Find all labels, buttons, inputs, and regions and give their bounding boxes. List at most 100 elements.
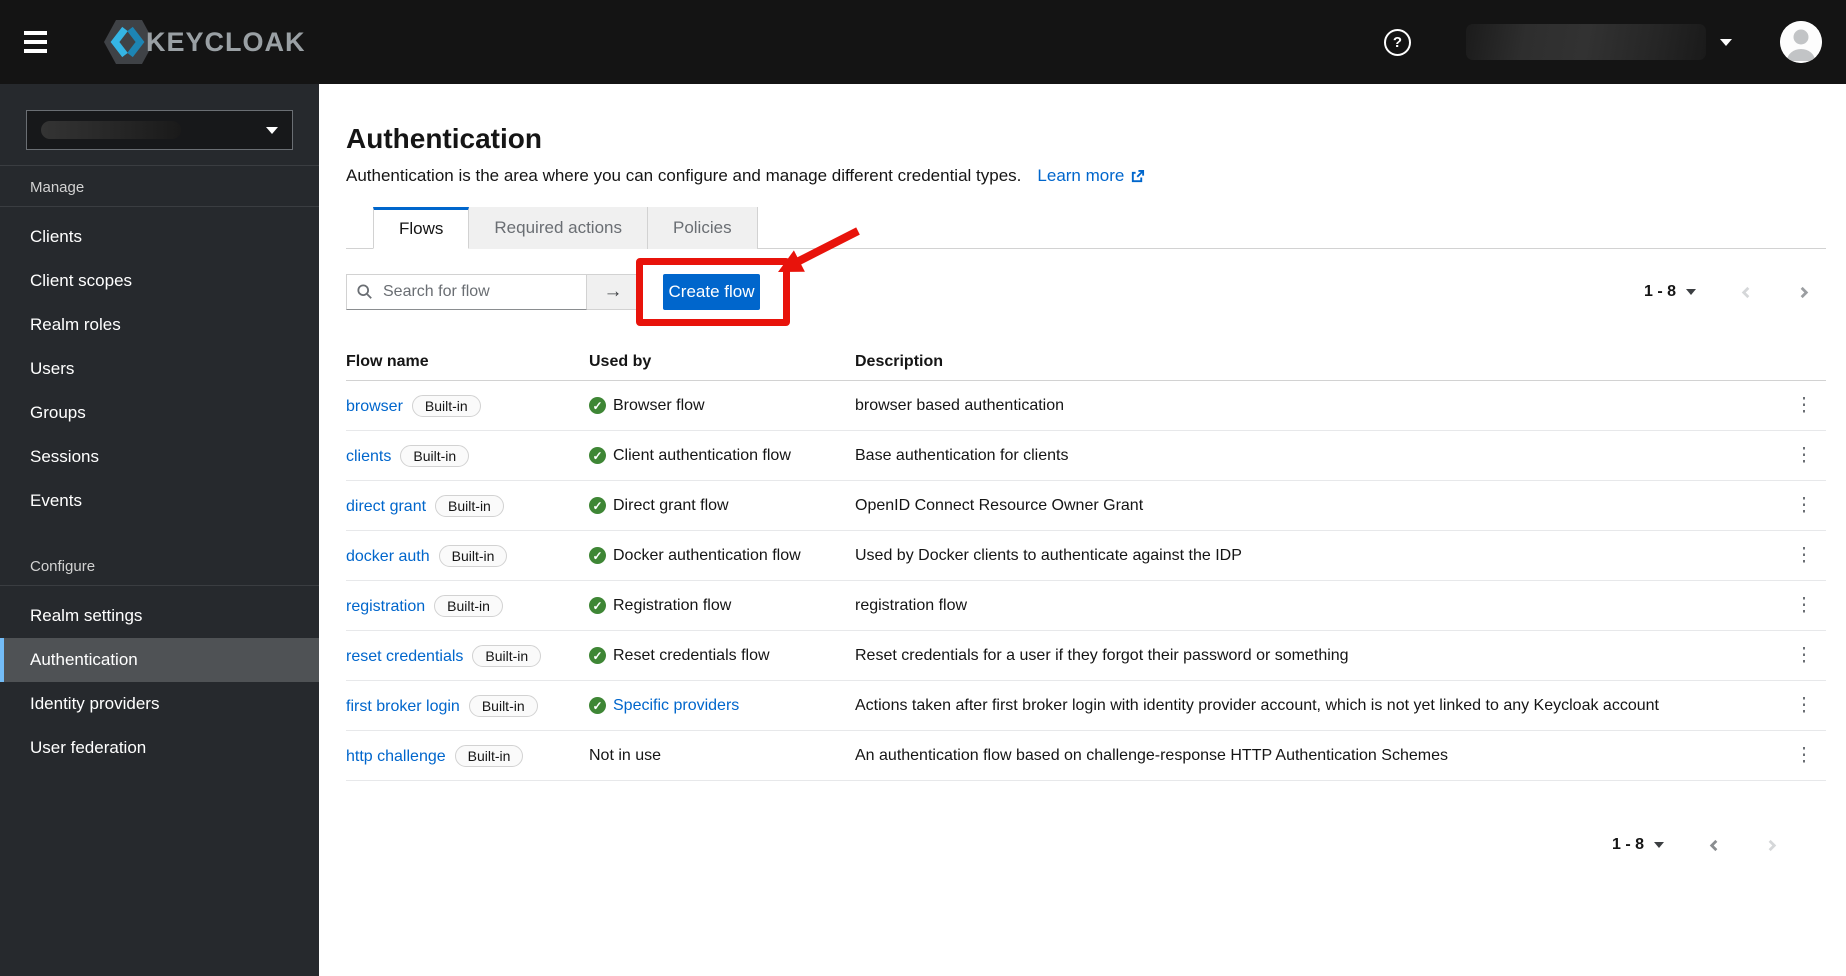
built-in-badge: Built-in bbox=[434, 594, 503, 617]
used-by-text: Browser flow bbox=[613, 396, 705, 414]
tab-flows[interactable]: Flows bbox=[373, 207, 470, 249]
flow-name-link[interactable]: registration bbox=[346, 598, 425, 615]
sidebar-section-title: Configure bbox=[0, 545, 319, 586]
realm-selector-dropdown[interactable] bbox=[26, 110, 293, 150]
chevron-left-icon bbox=[1741, 286, 1750, 298]
table-header-row: Flow name Used by Description bbox=[346, 344, 1826, 381]
tab-required-actions[interactable]: Required actions bbox=[469, 207, 648, 249]
used-by-text: Client authentication flow bbox=[613, 446, 791, 464]
sidebar-item-realm-roles[interactable]: Realm roles bbox=[0, 303, 319, 347]
help-icon[interactable]: ? bbox=[1384, 28, 1411, 56]
sidebar-item-label: Authentication bbox=[30, 650, 138, 669]
pagination-prev-button[interactable] bbox=[1740, 286, 1753, 299]
kebab-menu-button[interactable]: ⋮ bbox=[1795, 646, 1814, 665]
used-by-text: Direct grant flow bbox=[613, 496, 729, 514]
sidebar-item-label: Sessions bbox=[30, 447, 99, 466]
flow-description: An authentication flow based on challeng… bbox=[855, 746, 1448, 764]
chevron-right-icon bbox=[1800, 286, 1809, 298]
table-row: http challenge Built-in Not in use An aut… bbox=[346, 731, 1826, 781]
sidebar-item-sessions[interactable]: Sessions bbox=[0, 435, 319, 479]
avatar[interactable] bbox=[1780, 21, 1822, 63]
used-by-text: Not in use bbox=[589, 746, 662, 764]
column-description: Description bbox=[855, 353, 944, 370]
search-submit-button[interactable]: → bbox=[587, 274, 640, 310]
flow-name-link[interactable]: http challenge bbox=[346, 748, 446, 765]
toolbar: → Create flow 1 - 8 bbox=[346, 274, 1826, 310]
pagination-range: 1 - 8 bbox=[1643, 283, 1676, 300]
page-title: Authentication bbox=[346, 123, 542, 154]
flow-description: registration flow bbox=[855, 596, 968, 614]
flow-name-link[interactable]: reset credentials bbox=[346, 648, 463, 665]
sidebar-item-label: Users bbox=[30, 359, 75, 378]
flow-description: browser based authentication bbox=[855, 396, 1065, 414]
table-row: browser Built-in ✓ Browser flow browser b… bbox=[346, 381, 1826, 431]
flow-name-link[interactable]: browser bbox=[346, 398, 403, 415]
flows-table: Flow name Used by Description browser Bui… bbox=[346, 344, 1826, 781]
sidebar-section-configure: Configure Realm settings Authentication … bbox=[0, 545, 319, 770]
pagination-range: 1 - 8 bbox=[1611, 836, 1644, 853]
check-circle-icon: ✓ bbox=[589, 497, 606, 514]
kebab-menu-button[interactable]: ⋮ bbox=[1795, 546, 1814, 565]
table-row: reset credentials Built-in ✓ Reset creden… bbox=[346, 631, 1826, 681]
caret-down-icon bbox=[1720, 38, 1732, 46]
keycloak-admin-console: KEYCLOAK ? Manage Clients Client scopes … bbox=[0, 0, 1846, 976]
user-avatar-icon bbox=[1780, 21, 1822, 63]
pagination-prev-button[interactable] bbox=[1708, 839, 1721, 852]
keycloak-logo: KEYCLOAK bbox=[102, 16, 306, 68]
column-used-by: Used by bbox=[589, 353, 652, 370]
built-in-badge: Built-in bbox=[468, 694, 538, 717]
table-row: registration Built-in ✓ Registration flow… bbox=[346, 581, 1826, 631]
tab-policies[interactable]: Policies bbox=[647, 207, 758, 249]
pagination-next-button[interactable] bbox=[1797, 286, 1810, 299]
pagination-bottom: 1 - 8 bbox=[346, 827, 1778, 863]
flow-name-link[interactable]: docker auth bbox=[346, 548, 430, 565]
sidebar-item-label: Clients bbox=[30, 227, 82, 246]
built-in-badge: Built-in bbox=[454, 744, 524, 767]
sidebar-item-realm-settings[interactable]: Realm settings bbox=[0, 594, 319, 638]
kebab-menu-button[interactable]: ⋮ bbox=[1795, 746, 1814, 765]
search-group: → bbox=[346, 274, 640, 310]
flow-name-link[interactable]: first broker login bbox=[346, 698, 460, 715]
masthead: KEYCLOAK ? bbox=[0, 0, 1846, 84]
kebab-menu-button[interactable]: ⋮ bbox=[1795, 596, 1814, 615]
sidebar-item-users[interactable]: Users bbox=[0, 347, 319, 391]
sidebar-item-label: Realm roles bbox=[30, 315, 121, 334]
sidebar-item-clients[interactable]: Clients bbox=[0, 215, 319, 259]
create-flow-button[interactable]: Create flow bbox=[663, 274, 760, 310]
user-menu-dropdown[interactable] bbox=[1720, 38, 1732, 46]
realm-name-redacted bbox=[41, 121, 181, 139]
check-circle-icon: ✓ bbox=[589, 397, 606, 414]
kebab-menu-button[interactable]: ⋮ bbox=[1795, 446, 1814, 465]
sidebar-item-client-scopes[interactable]: Client scopes bbox=[0, 259, 319, 303]
kebab-menu-button[interactable]: ⋮ bbox=[1795, 396, 1814, 415]
sidebar-item-label: Client scopes bbox=[30, 271, 133, 290]
kebab-menu-button[interactable]: ⋮ bbox=[1795, 496, 1814, 515]
kebab-menu-button[interactable]: ⋮ bbox=[1795, 696, 1814, 715]
chevron-left-icon bbox=[1709, 839, 1718, 851]
pagination-range-dropdown[interactable]: 1 - 8 bbox=[1644, 283, 1696, 301]
hamburger-menu-icon[interactable] bbox=[24, 20, 68, 64]
flow-name-link[interactable]: direct grant bbox=[346, 498, 426, 515]
sidebar-item-identity-providers[interactable]: Identity providers bbox=[0, 682, 319, 726]
built-in-badge: Built-in bbox=[400, 444, 470, 467]
sidebar-item-label: User federation bbox=[30, 738, 147, 757]
used-by-link[interactable]: Specific providers bbox=[613, 697, 739, 715]
learn-more-link[interactable]: Learn more bbox=[1037, 165, 1145, 187]
flow-description: OpenID Connect Resource Owner Grant bbox=[855, 496, 1144, 514]
sidebar-item-events[interactable]: Events bbox=[0, 479, 319, 523]
flow-description: Base authentication for clients bbox=[855, 446, 1069, 464]
caret-down-icon bbox=[1686, 289, 1696, 295]
sidebar: Manage Clients Client scopes Realm roles… bbox=[0, 84, 319, 976]
search-input[interactable] bbox=[346, 274, 587, 310]
flow-name-link[interactable]: clients bbox=[346, 448, 391, 465]
pagination-next-button[interactable] bbox=[1765, 839, 1778, 852]
sidebar-item-authentication[interactable]: Authentication bbox=[0, 638, 319, 682]
check-circle-icon: ✓ bbox=[589, 597, 606, 614]
sidebar-item-label: Identity providers bbox=[30, 694, 160, 713]
pagination-range-dropdown[interactable]: 1 - 8 bbox=[1612, 836, 1664, 854]
sidebar-item-user-federation[interactable]: User federation bbox=[0, 726, 319, 770]
sidebar-item-groups[interactable]: Groups bbox=[0, 391, 319, 435]
sidebar-section-title: Manage bbox=[0, 166, 319, 207]
flow-description: Reset credentials for a user if they for… bbox=[855, 646, 1349, 664]
sidebar-item-label: Groups bbox=[30, 403, 86, 422]
